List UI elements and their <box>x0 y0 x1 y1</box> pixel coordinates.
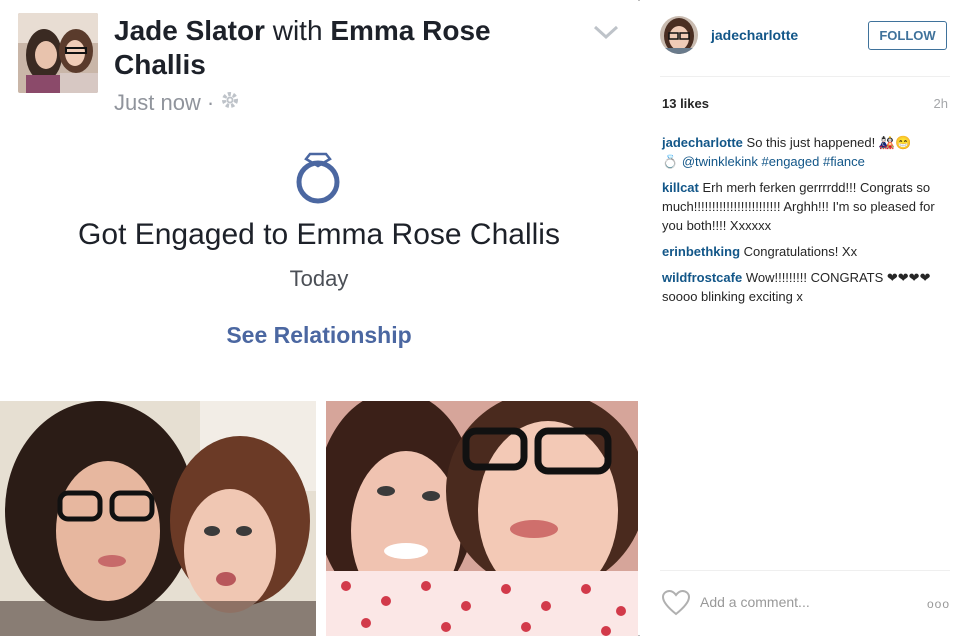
comment-user[interactable]: wildfrostcafe <box>662 270 742 285</box>
comments-list: jadecharlotte So this just happened! 🎎😁 … <box>662 133 952 313</box>
follow-button[interactable]: FOLLOW <box>868 21 947 50</box>
ring-icon <box>292 150 344 204</box>
privacy-gear-icon[interactable] <box>220 90 240 116</box>
list-item: jadecharlotte So this just happened! 🎎😁 … <box>662 133 952 171</box>
instagram-panel: jadecharlotte FOLLOW 13 likes 2h jadecha… <box>640 0 970 636</box>
hashtag-link[interactable]: #engaged <box>762 154 820 169</box>
heart-icon[interactable] <box>661 589 691 616</box>
author-avatar[interactable] <box>18 13 98 93</box>
divider <box>660 570 950 571</box>
more-options-icon[interactable]: ooo <box>927 597 950 611</box>
likes-count[interactable]: 13 likes <box>662 96 709 111</box>
see-relationship-link[interactable]: See Relationship <box>0 322 638 349</box>
comment-text: So this just happened! 🎎😁 <box>746 135 912 150</box>
facebook-post: Jade Slator with Emma Rose Challis Just … <box>0 0 638 636</box>
post-age: 2h <box>933 96 948 111</box>
with-label: with <box>272 15 323 46</box>
comment-input[interactable]: Add a comment... <box>700 594 810 610</box>
timestamp[interactable]: Just now <box>114 90 201 116</box>
mention-link[interactable]: @twinklekink <box>682 154 758 169</box>
comment-user[interactable]: erinbethking <box>662 244 740 259</box>
post-photo[interactable] <box>0 401 316 636</box>
comment-user[interactable]: jadecharlotte <box>662 135 743 150</box>
comment-text: Congratulations! Xx <box>743 244 858 259</box>
divider <box>660 76 950 77</box>
life-event-date: Today <box>289 266 349 291</box>
user-avatar[interactable] <box>660 16 698 54</box>
life-event-title: Got Engaged to Emma Rose Challis <box>78 218 560 251</box>
post-photo[interactable] <box>326 401 638 636</box>
chevron-down-icon[interactable] <box>592 22 620 42</box>
username-link[interactable]: jadecharlotte <box>711 27 798 43</box>
meta-separator: · <box>206 90 215 115</box>
comment-text: 💍 <box>662 154 679 169</box>
author-name[interactable]: Jade Slator <box>114 15 265 46</box>
list-item: killcat Erh merh ferken gerrrrdd!!! Cong… <box>662 178 952 235</box>
list-item: wildfrostcafe Wow!!!!!!!!! CONGRATS ❤❤❤❤… <box>662 268 952 306</box>
post-meta: Just now · <box>114 90 240 116</box>
comment-text: Erh merh ferken gerrrrdd!!! Congrats so … <box>662 180 935 233</box>
post-header: Jade Slator with Emma Rose Challis <box>114 14 534 82</box>
comment-user[interactable]: killcat <box>662 180 699 195</box>
list-item: erinbethking Congratulations! Xx <box>662 242 952 261</box>
hashtag-link[interactable]: #fiance <box>823 154 865 169</box>
